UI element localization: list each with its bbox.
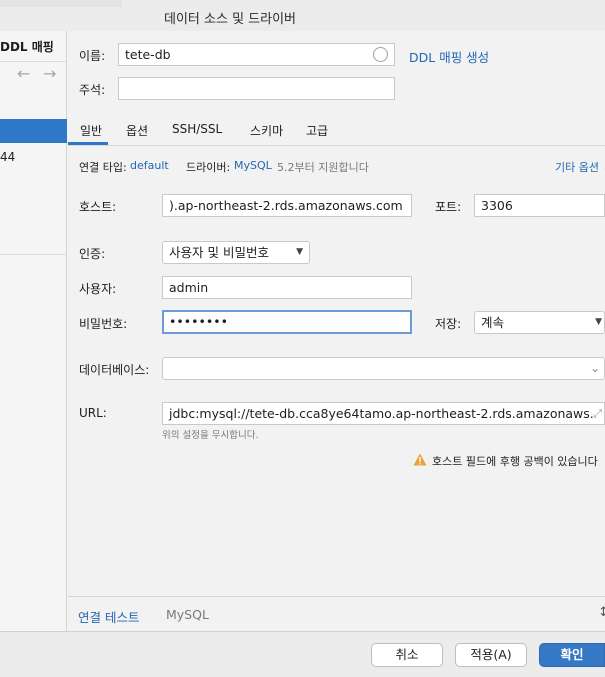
driver-name: MySQL bbox=[166, 607, 209, 622]
password-input[interactable]: •••••••• bbox=[162, 310, 412, 334]
dropdown-arrow-icon: ▼ bbox=[296, 247, 303, 257]
url-label: URL: bbox=[79, 406, 107, 420]
footer-divider bbox=[68, 596, 605, 597]
refresh-icon[interactable]: ↕ bbox=[598, 605, 605, 620]
warning-icon bbox=[413, 453, 427, 466]
user-label: 사용자: bbox=[79, 282, 117, 296]
ddl-mapping-link[interactable]: DDL 매핑 생성 bbox=[409, 47, 489, 66]
sidebar-divider bbox=[0, 61, 67, 62]
host-label: 호스트: bbox=[79, 200, 117, 214]
driver-label: 드라이버: bbox=[186, 161, 231, 174]
other-options-label: 기타 옵션 bbox=[555, 161, 599, 174]
tab-advanced[interactable]: 고급 bbox=[306, 122, 328, 139]
port-label: 포트: bbox=[435, 200, 462, 214]
apply-button[interactable]: 적용(A) bbox=[455, 643, 527, 667]
tab-options[interactable]: 옵션 bbox=[126, 122, 148, 139]
name-input[interactable]: tete-db bbox=[118, 43, 395, 66]
auth-select[interactable]: 사용자 및 비밀번호 ▼ bbox=[162, 241, 310, 264]
chevron-down-icon: ⌄ bbox=[589, 361, 600, 375]
auth-label: 인증: bbox=[79, 247, 106, 261]
sidebar-item-selected[interactable] bbox=[0, 119, 67, 143]
tab-general[interactable]: 일반 bbox=[80, 122, 102, 139]
color-circle-icon[interactable] bbox=[373, 47, 388, 62]
host-input[interactable]: ).ap-northeast-2.rds.amazonaws.com bbox=[162, 194, 412, 217]
driver-note: 5.2부터 지원합니다 bbox=[277, 161, 369, 174]
url-input-value: jdbc:mysql://tete-db.cca8ye64tamo.ap-nor… bbox=[169, 406, 594, 421]
connection-type-link[interactable]: default bbox=[130, 159, 169, 172]
sidebar-divider-2 bbox=[0, 254, 67, 255]
dropdown-arrow-icon: ▼ bbox=[595, 317, 602, 327]
tab-ssh-ssl[interactable]: SSH/SSL bbox=[172, 122, 222, 136]
warning-text: 호스트 필드에 후행 공백이 있습니다 bbox=[432, 455, 598, 468]
tabs-divider bbox=[68, 145, 605, 146]
database-select[interactable]: ⌄ bbox=[162, 357, 605, 380]
arrow-right-icon[interactable]: → bbox=[43, 64, 56, 83]
title-bar-strip bbox=[0, 0, 122, 7]
url-input[interactable]: jdbc:mysql://tete-db.cca8ye64tamo.ap-nor… bbox=[162, 402, 605, 425]
user-input[interactable]: admin bbox=[162, 276, 412, 299]
port-input[interactable]: 3306 bbox=[474, 194, 605, 217]
name-label: 이름: bbox=[79, 49, 106, 63]
save-select[interactable]: 계속 ▼ bbox=[474, 311, 605, 334]
ok-button[interactable]: 확인 bbox=[539, 643, 605, 667]
sidebar-item[interactable]: 44 bbox=[0, 150, 15, 164]
url-note: 위의 설정을 무시합니다. bbox=[162, 430, 259, 441]
driver-link[interactable]: MySQL bbox=[234, 159, 272, 172]
password-label: 비밀번호: bbox=[79, 317, 128, 331]
save-select-value: 계속 bbox=[481, 315, 505, 330]
connection-type-label: 연결 타입: bbox=[79, 161, 127, 174]
comment-label: 주석: bbox=[79, 83, 106, 97]
comment-input[interactable] bbox=[118, 77, 395, 100]
cancel-button[interactable]: 취소 bbox=[371, 643, 443, 667]
save-label: 저장: bbox=[435, 317, 462, 331]
auth-select-value: 사용자 및 비밀번호 bbox=[169, 245, 269, 260]
expand-icon[interactable]: ⤢ bbox=[593, 403, 602, 424]
arrow-left-icon[interactable]: ← bbox=[17, 64, 30, 83]
sidebar-title: DDL 매핑 bbox=[0, 40, 54, 54]
database-label: 데이터베이스: bbox=[79, 363, 150, 377]
other-options-link[interactable]: 기타 옵션 ⌄ bbox=[555, 159, 605, 175]
tab-schema[interactable]: 스키마 bbox=[250, 122, 283, 139]
test-connection-link[interactable]: 연결 테스트 bbox=[78, 607, 139, 626]
